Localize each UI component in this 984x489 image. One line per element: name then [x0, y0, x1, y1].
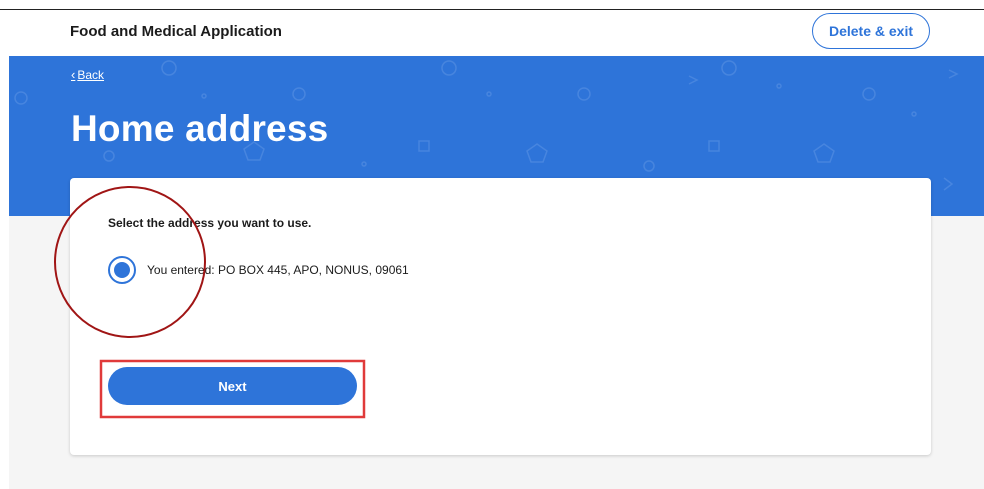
back-link[interactable]: ‹ Back	[71, 67, 104, 82]
page-title: Home address	[71, 108, 329, 149]
address-card: Select the address you want to use. You …	[70, 178, 931, 455]
back-link-label: Back	[77, 67, 105, 82]
address-option-label: You entered: PO BOX 445, APO, NONUS, 090…	[147, 263, 409, 277]
address-prompt: Select the address you want to use.	[108, 216, 312, 230]
chevron-left-icon: ‹	[71, 67, 76, 82]
page: Food and Medical Application Delete & ex…	[0, 0, 984, 489]
radio-selected-dot	[114, 262, 130, 278]
address-radio[interactable]	[108, 256, 136, 284]
delete-exit-button[interactable]: Delete & exit	[812, 13, 930, 49]
address-option[interactable]: You entered: PO BOX 445, APO, NONUS, 090…	[108, 256, 409, 284]
app-title: Food and Medical Application	[70, 23, 282, 40]
next-button[interactable]: Next	[108, 367, 357, 405]
top-bar: Food and Medical Application Delete & ex…	[0, 10, 984, 56]
